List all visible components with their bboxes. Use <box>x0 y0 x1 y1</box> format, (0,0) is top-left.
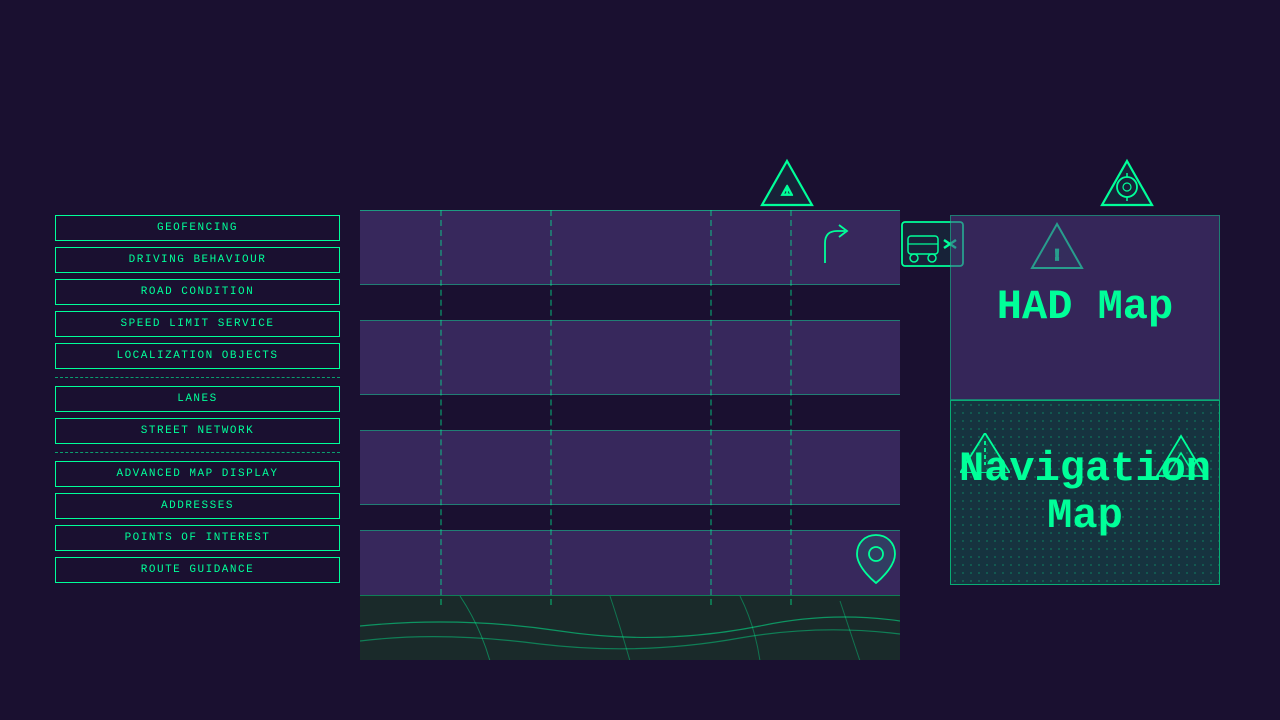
sidebar-btn-speed-limit[interactable]: SPEED LIMIT SERVICE <box>55 311 340 337</box>
map-road-svg <box>360 596 900 660</box>
nav-map-box: NavigationMap <box>950 400 1220 585</box>
sidebar-btn-localization[interactable]: LOCALIZATION OBJECTS <box>55 343 340 369</box>
diagram: ⚠ ! <box>360 155 900 605</box>
vline-1 <box>440 210 442 605</box>
svg-text:⚠: ⚠ <box>782 181 793 201</box>
sidebar-btn-road-condition[interactable]: ROAD CONDITION <box>55 279 340 305</box>
warning-triangle-top-right <box>1100 157 1155 214</box>
sidebar-btn-poi[interactable]: POINTS OF INTEREST <box>55 525 340 551</box>
sidebar-btn-driving-behaviour[interactable]: DRIVING BEHAVIOUR <box>55 247 340 273</box>
sidebar-group-2: LANES STREET NETWORK <box>55 386 340 444</box>
sidebar-btn-route-guidance[interactable]: ROUTE GUIDANCE <box>55 557 340 583</box>
turn-arrow-icon <box>815 223 853 273</box>
vline-3 <box>710 210 712 605</box>
warning-triangle-top-left: ⚠ <box>760 157 815 214</box>
had-map-box: HAD Map <box>950 215 1220 400</box>
nav-map-label: NavigationMap <box>959 446 1211 538</box>
sidebar-btn-lanes[interactable]: LANES <box>55 386 340 412</box>
vline-2 <box>550 210 552 605</box>
had-map-label: HAD Map <box>997 284 1173 330</box>
sidebar: GEOFENCING DRIVING BEHAVIOUR ROAD CONDIT… <box>55 215 340 591</box>
vline-4 <box>790 210 792 605</box>
sidebar-btn-advanced-map[interactable]: ADVANCED MAP DISPLAY <box>55 461 340 487</box>
sidebar-btn-addresses[interactable]: ADDRESSES <box>55 493 340 519</box>
sidebar-btn-street-network[interactable]: STREET NETWORK <box>55 418 340 444</box>
divider-1 <box>55 377 340 378</box>
sidebar-group-3: ADVANCED MAP DISPLAY ADDRESSES POINTS OF… <box>55 461 340 583</box>
location-pin-icon <box>855 533 897 590</box>
sidebar-btn-geofencing[interactable]: GEOFENCING <box>55 215 340 241</box>
sidebar-group-1: GEOFENCING DRIVING BEHAVIOUR ROAD CONDIT… <box>55 215 340 369</box>
right-panel: HAD Map NavigationMap <box>950 215 1220 585</box>
divider-2 <box>55 452 340 453</box>
